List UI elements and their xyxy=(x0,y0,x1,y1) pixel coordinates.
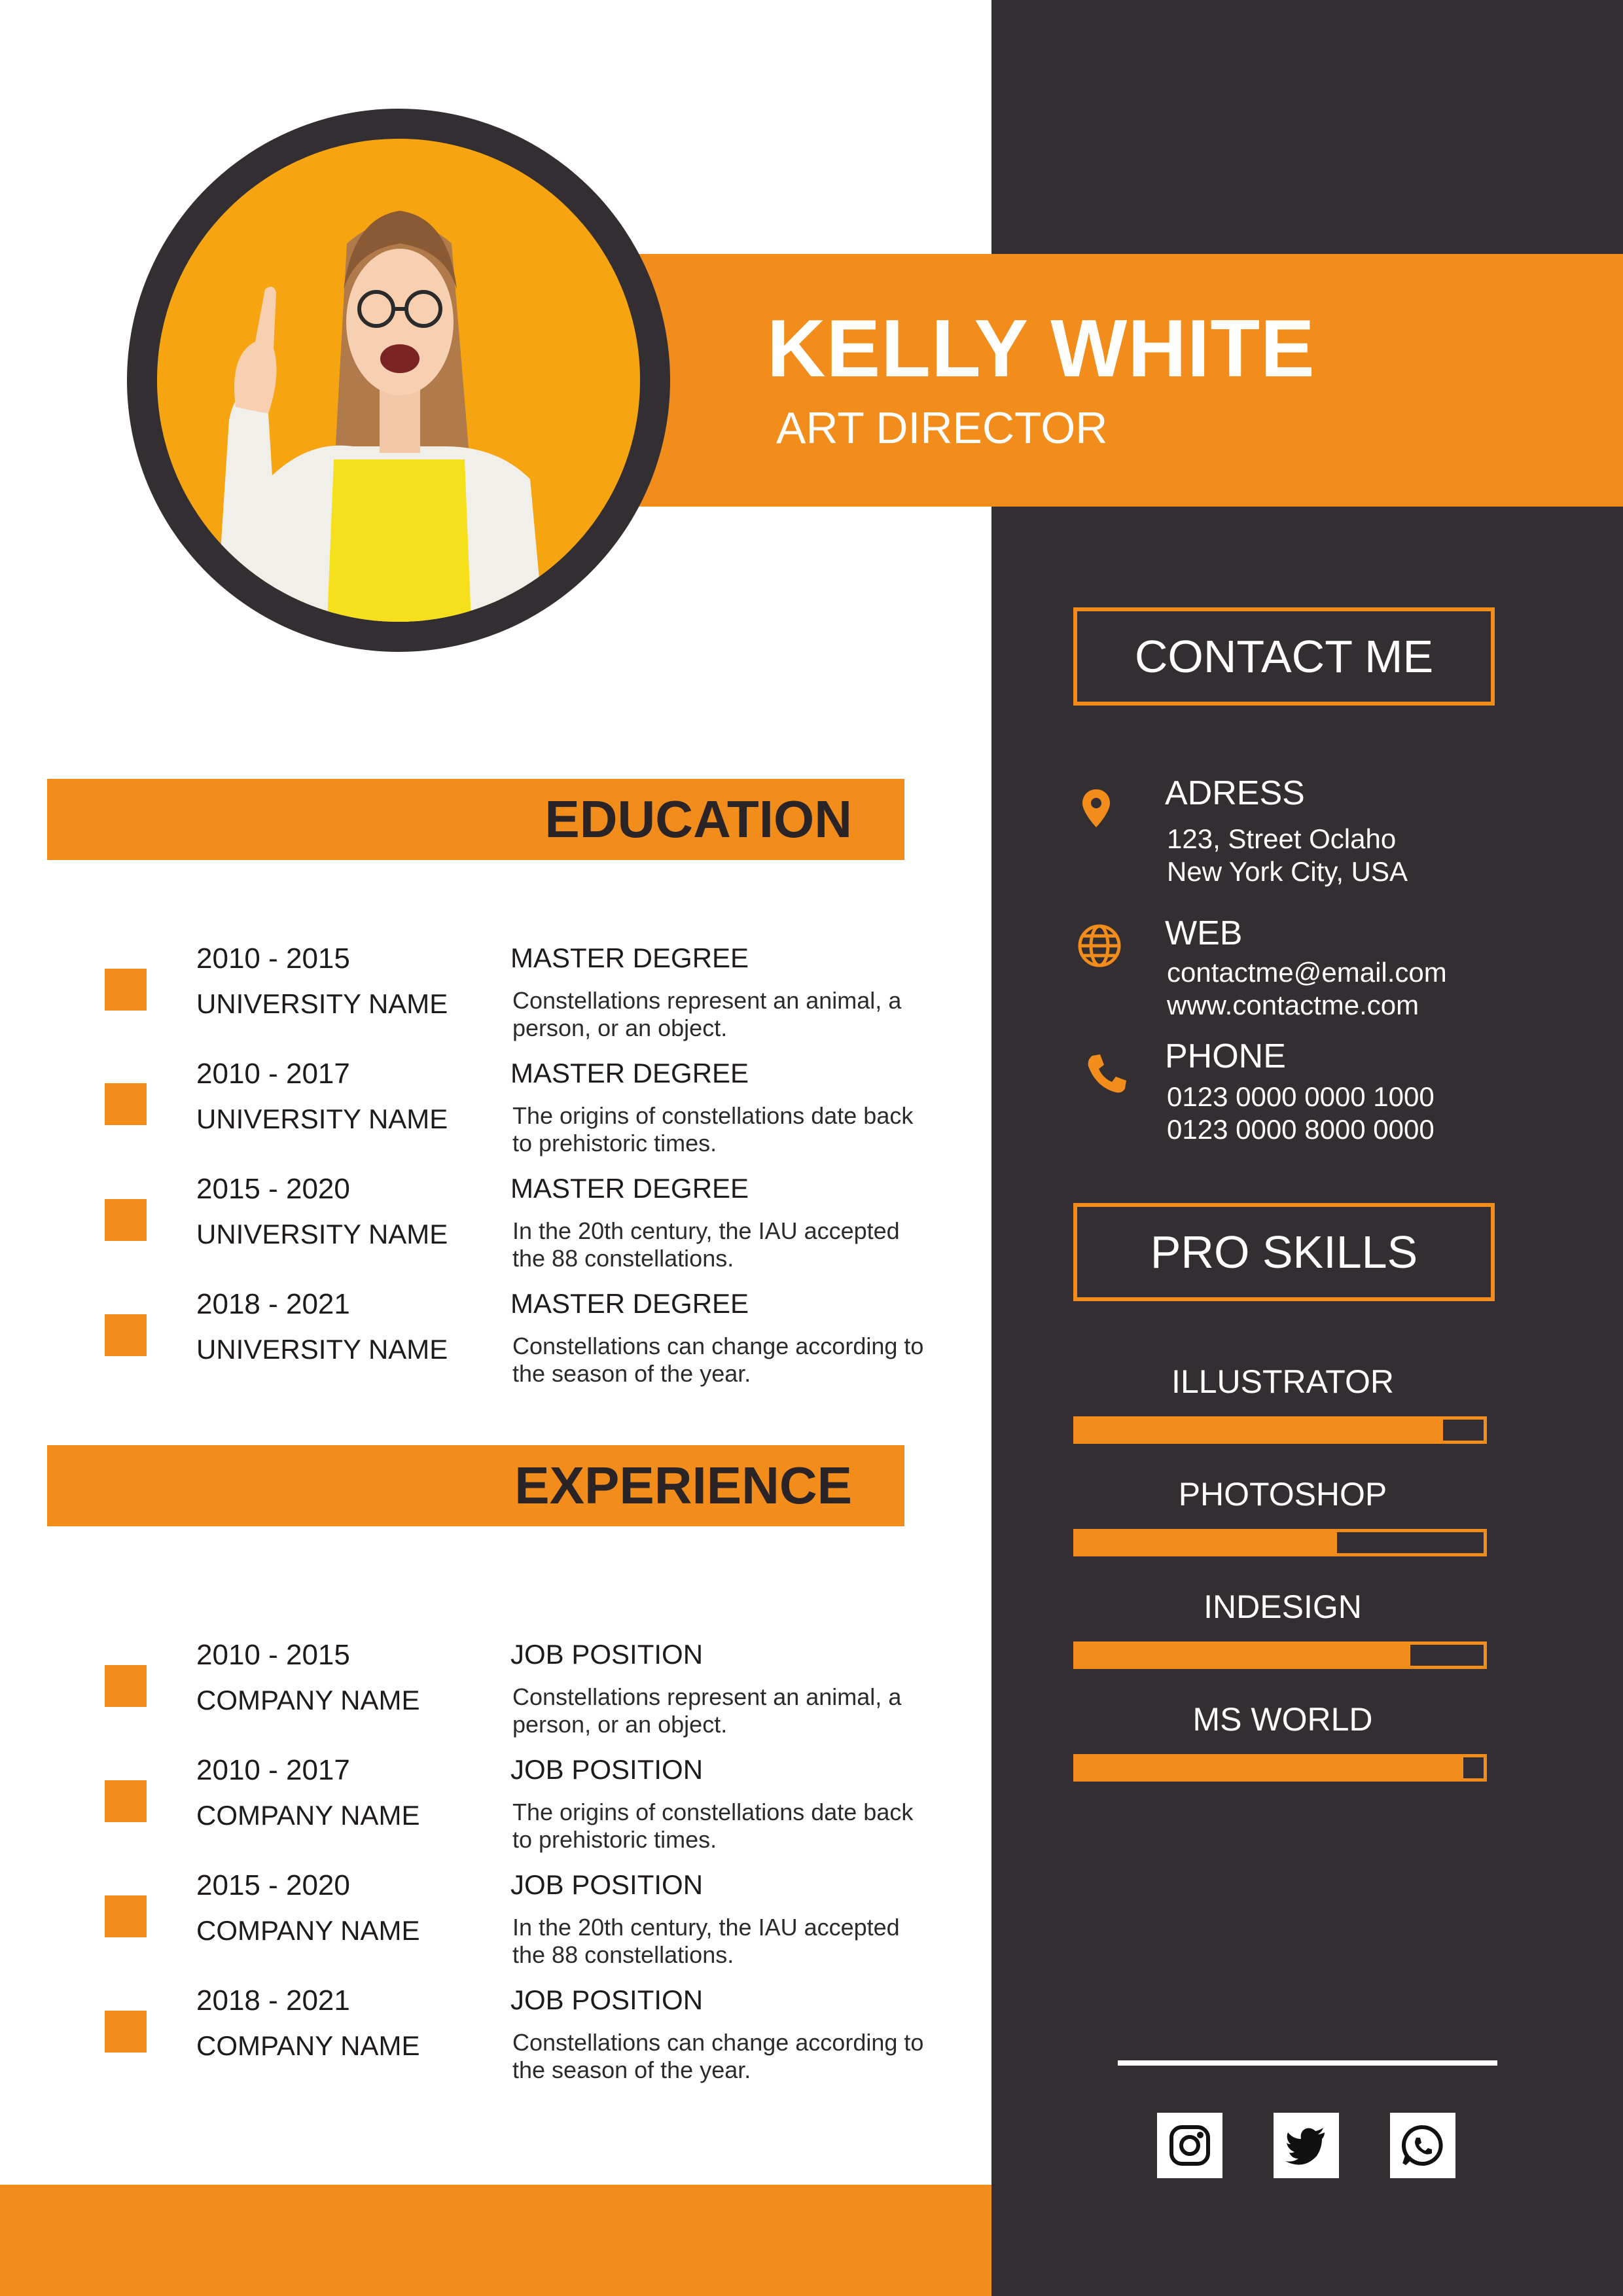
experience-title: EXPERIENCE xyxy=(514,1456,852,1515)
skill-label: ILLUSTRATOR xyxy=(1171,1363,1394,1400)
footer-band xyxy=(0,2185,991,2296)
globe-icon xyxy=(1077,923,1122,969)
divider-line xyxy=(1118,2060,1497,2066)
address-label: ADRESS xyxy=(1165,774,1305,812)
address-line-2: New York City, USA xyxy=(1167,856,1408,887)
education-years: 2010 - 2015 xyxy=(196,942,350,975)
experience-description: Constellations can change according to t… xyxy=(512,2029,924,2083)
education-description: The origins of constellations date back … xyxy=(512,1102,914,1157)
web-label: WEB xyxy=(1165,914,1243,952)
experience-years: 2010 - 2015 xyxy=(196,1639,350,1671)
phone-label: PHONE xyxy=(1165,1037,1286,1075)
skill-label: PHOTOSHOP xyxy=(1178,1476,1387,1513)
education-bullet xyxy=(105,969,147,1011)
education-header: EDUCATION xyxy=(47,779,904,860)
experience-years: 2010 - 2017 xyxy=(196,1754,350,1786)
education-description: Constellations can change according to t… xyxy=(512,1333,924,1387)
experience-description: The origins of constellations date back … xyxy=(512,1799,914,1853)
skill-bar-indesign xyxy=(1073,1641,1487,1669)
experience-company: COMPANY NAME xyxy=(196,1915,420,1946)
contact-heading: CONTACT ME xyxy=(1073,607,1495,706)
skill-bar-fill xyxy=(1077,1420,1443,1441)
skill-bar-fill xyxy=(1077,1532,1338,1553)
education-years: 2018 - 2021 xyxy=(196,1288,350,1320)
whatsapp-button[interactable] xyxy=(1390,2113,1455,2178)
skill-bar-fill xyxy=(1077,1645,1411,1666)
education-bullet xyxy=(105,1199,147,1241)
education-degree: MASTER DEGREE xyxy=(510,1288,749,1319)
experience-description: Constellations represent an animal, a pe… xyxy=(512,1683,902,1738)
experience-bullet xyxy=(105,1665,147,1707)
instagram-button[interactable] xyxy=(1157,2113,1222,2178)
education-bullet xyxy=(105,1314,147,1356)
skill-bar-photoshop xyxy=(1073,1529,1487,1556)
skill-bar-ms-world xyxy=(1073,1754,1487,1782)
job-title: ART DIRECTOR xyxy=(776,403,1108,453)
experience-company: COMPANY NAME xyxy=(196,1685,420,1715)
experience-position: JOB POSITION xyxy=(510,1869,704,1900)
skill-label: INDESIGN xyxy=(1204,1588,1362,1625)
twitter-icon xyxy=(1285,2128,1325,2165)
profile-photo xyxy=(157,139,640,622)
education-university: UNIVERSITY NAME xyxy=(196,1103,448,1134)
experience-company: COMPANY NAME xyxy=(196,1800,420,1831)
experience-description: In the 20th century, the IAU accepted th… xyxy=(512,1914,900,1968)
experience-bullet xyxy=(105,1780,147,1822)
experience-bullet xyxy=(105,2011,147,2053)
phone-number-1: 0123 0000 0000 1000 xyxy=(1167,1081,1435,1112)
experience-years: 2018 - 2021 xyxy=(196,1984,350,2017)
education-bullet xyxy=(105,1083,147,1125)
experience-position: JOB POSITION xyxy=(510,1639,704,1670)
experience-position: JOB POSITION xyxy=(510,1754,704,1785)
instagram-icon xyxy=(1169,2125,1210,2166)
experience-company: COMPANY NAME xyxy=(196,2030,420,2061)
website-link[interactable]: www.contactme.com xyxy=(1167,988,1419,1022)
location-pin-icon xyxy=(1073,785,1119,831)
education-degree: MASTER DEGREE xyxy=(510,942,749,973)
education-degree: MASTER DEGREE xyxy=(510,1058,749,1088)
education-university: UNIVERSITY NAME xyxy=(196,1219,448,1249)
skill-label: MS WORLD xyxy=(1192,1701,1373,1738)
education-university: UNIVERSITY NAME xyxy=(196,988,448,1019)
education-description: Constellations represent an animal, a pe… xyxy=(512,987,902,1041)
experience-years: 2015 - 2020 xyxy=(196,1869,350,1901)
email-link[interactable]: contactme@email.com xyxy=(1167,956,1447,990)
phone-icon xyxy=(1083,1050,1129,1096)
skill-bar-illustrator xyxy=(1073,1416,1487,1444)
whatsapp-icon xyxy=(1401,2125,1443,2166)
person-name: KELLY WHITE xyxy=(767,304,1315,394)
experience-position: JOB POSITION xyxy=(510,1984,704,2015)
experience-bullet xyxy=(105,1895,147,1937)
experience-header: EXPERIENCE xyxy=(47,1445,904,1526)
phone-number-2: 0123 0000 8000 0000 xyxy=(1167,1114,1435,1145)
twitter-button[interactable] xyxy=(1274,2113,1339,2178)
address-line-1: 123, Street Oclaho xyxy=(1167,823,1397,854)
education-years: 2010 - 2017 xyxy=(196,1058,350,1090)
education-years: 2015 - 2020 xyxy=(196,1173,350,1205)
education-description: In the 20th century, the IAU accepted th… xyxy=(512,1217,900,1272)
skill-bar-fill xyxy=(1077,1757,1463,1778)
education-title: EDUCATION xyxy=(544,790,852,848)
education-university: UNIVERSITY NAME xyxy=(196,1334,448,1365)
education-degree: MASTER DEGREE xyxy=(510,1173,749,1204)
skills-heading: PRO SKILLS xyxy=(1073,1203,1495,1301)
